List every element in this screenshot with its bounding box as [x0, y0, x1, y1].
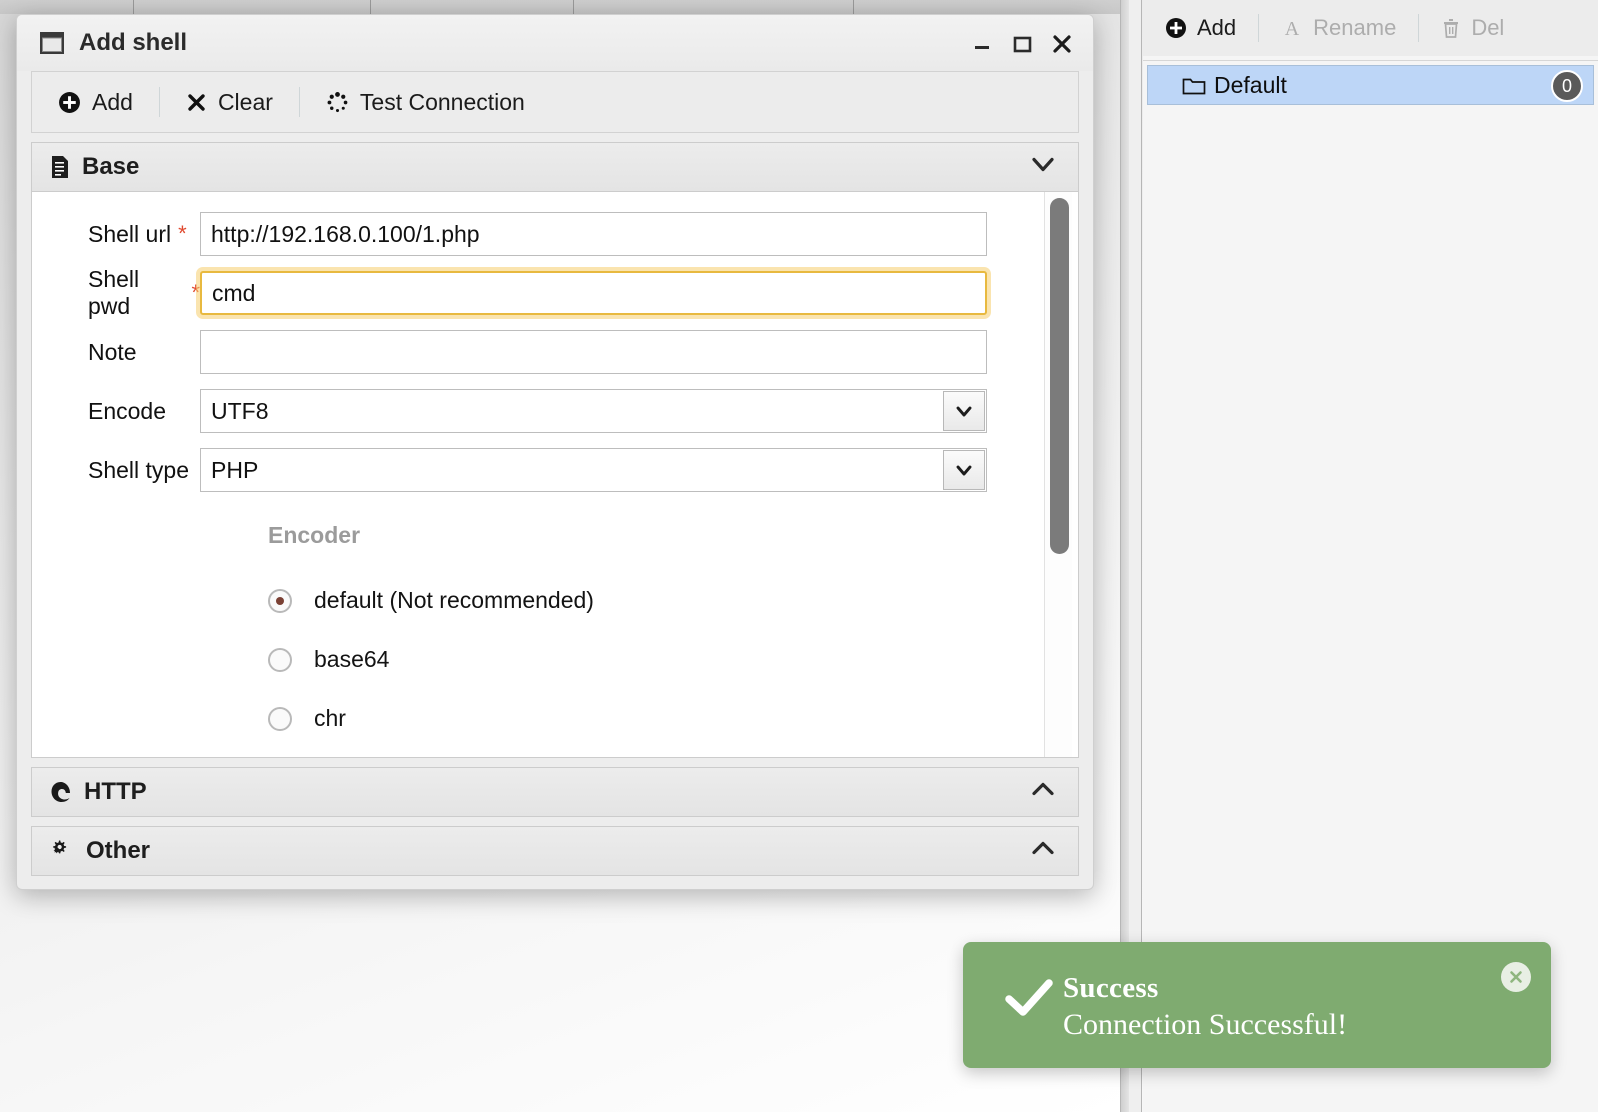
dialog-toolbar: Add Clear Test Connection — [31, 71, 1079, 133]
encode-select-value: UTF8 — [211, 397, 269, 424]
section-label-http: HTTP — [84, 778, 147, 805]
encode-select[interactable]: UTF8 — [200, 389, 987, 433]
folder-count-badge: 0 — [1551, 70, 1583, 102]
cross-icon — [186, 92, 207, 113]
folder-name: Default — [1214, 71, 1287, 98]
section-label-other: Other — [86, 837, 151, 864]
dialog-titlebar[interactable]: Add shell — [17, 15, 1093, 71]
clear-button[interactable]: Clear — [160, 80, 299, 124]
shell-type-select[interactable]: PHP — [200, 448, 987, 492]
maximize-icon[interactable] — [1005, 27, 1039, 61]
radio-label-base64: base64 — [314, 646, 390, 672]
field-row-note: Note — [32, 330, 1044, 374]
required-asterisk: * — [191, 280, 200, 305]
folder-add-label: Add — [1197, 15, 1237, 40]
gears-icon — [50, 839, 74, 863]
add-button[interactable]: Add — [32, 80, 159, 124]
letter-a-icon: A — [1281, 17, 1303, 39]
section-label-base: Base — [82, 153, 140, 180]
radio-button-icon — [268, 647, 292, 672]
radio-encoder-chr[interactable]: chr — [268, 705, 346, 732]
encoder-group-label: Encoder — [268, 522, 361, 548]
note-input[interactable] — [200, 330, 987, 374]
svg-text:A: A — [1285, 18, 1300, 39]
spinner-icon — [326, 91, 349, 114]
folder-delete-label: Del — [1471, 15, 1505, 40]
tab-divider — [853, 0, 854, 14]
minimize-icon[interactable] — [965, 27, 999, 61]
chevron-down-icon[interactable] — [943, 450, 985, 490]
field-row-shell-url: Shell url * — [32, 212, 1044, 256]
close-circle-icon[interactable] — [1501, 962, 1531, 992]
plus-circle-icon — [58, 91, 81, 114]
window-controls — [965, 27, 1079, 61]
field-row-shell-pwd: Shell pwd * — [32, 266, 1044, 319]
field-row-encode: Encode UTF8 — [32, 389, 1044, 433]
close-icon[interactable] — [1045, 27, 1079, 61]
chevron-down-icon — [1030, 156, 1056, 179]
toast-message: Connection Successful! — [1063, 1008, 1348, 1041]
tab-divider — [133, 0, 134, 14]
section-header-http[interactable]: HTTP — [31, 767, 1079, 817]
label-shell-pwd: Shell pwd * — [88, 266, 200, 319]
tab-divider — [573, 0, 574, 14]
test-connection-button[interactable]: Test Connection — [300, 80, 551, 124]
folder-delete-button[interactable]: Del — [1419, 8, 1526, 48]
add-shell-dialog: Add shell Add Clear Test Connection Base… — [16, 14, 1094, 890]
window-icon — [39, 31, 65, 55]
folder-rename-button[interactable]: A Rename — [1259, 8, 1418, 48]
form-scrollbar[interactable] — [1044, 192, 1072, 757]
folder-list-item-default[interactable]: Default 0 — [1147, 65, 1594, 105]
chevron-up-icon — [1030, 781, 1056, 804]
label-encode: Encode — [88, 397, 167, 424]
label-shell-type: Shell type — [88, 456, 190, 483]
tab-divider — [370, 0, 371, 14]
section-header-other[interactable]: Other — [31, 826, 1079, 876]
add-button-label: Add — [92, 88, 133, 115]
check-icon — [1005, 978, 1053, 1020]
radio-button-icon — [268, 706, 292, 731]
test-connection-label: Test Connection — [359, 88, 525, 115]
dialog-title: Add shell — [79, 29, 188, 56]
section-header-base[interactable]: Base — [31, 142, 1079, 192]
radio-label-chr: chr — [314, 705, 346, 731]
radio-encoder-base64[interactable]: base64 — [268, 646, 389, 673]
folder-icon — [1182, 75, 1206, 100]
label-note: Note — [88, 338, 137, 365]
label-shell-url: Shell url * — [88, 220, 187, 247]
success-toast: Success Connection Successful! — [963, 942, 1551, 1068]
required-asterisk: * — [178, 221, 187, 246]
trash-icon — [1441, 17, 1461, 39]
background-tab-strip — [0, 0, 1130, 14]
plus-circle-icon — [1165, 17, 1187, 39]
shell-type-select-value: PHP — [211, 456, 259, 483]
folder-rename-label: Rename — [1313, 15, 1397, 40]
chevron-down-icon[interactable] — [943, 391, 985, 431]
radio-button-selected-icon — [268, 588, 292, 613]
radio-label-default: default (Not recommended) — [314, 587, 594, 613]
shell-pwd-input[interactable] — [200, 271, 987, 315]
folder-add-button[interactable]: Add — [1143, 8, 1258, 48]
form-scrollbar-thumb[interactable] — [1050, 198, 1069, 554]
base-section-body: Shell url * Shell pwd * Note Encode UTF8 — [31, 192, 1079, 758]
radio-encoder-default[interactable]: default (Not recommended) — [268, 587, 594, 614]
folders-toolbar: Add A Rename Del — [1143, 0, 1598, 56]
edge-browser-icon — [50, 780, 72, 804]
shell-url-input[interactable] — [200, 212, 987, 256]
chevron-up-icon — [1030, 840, 1056, 863]
toast-title: Success — [1063, 972, 1159, 1004]
document-icon — [50, 155, 70, 179]
clear-button-label: Clear — [217, 88, 273, 115]
field-row-shell-type: Shell type PHP — [32, 448, 1044, 492]
